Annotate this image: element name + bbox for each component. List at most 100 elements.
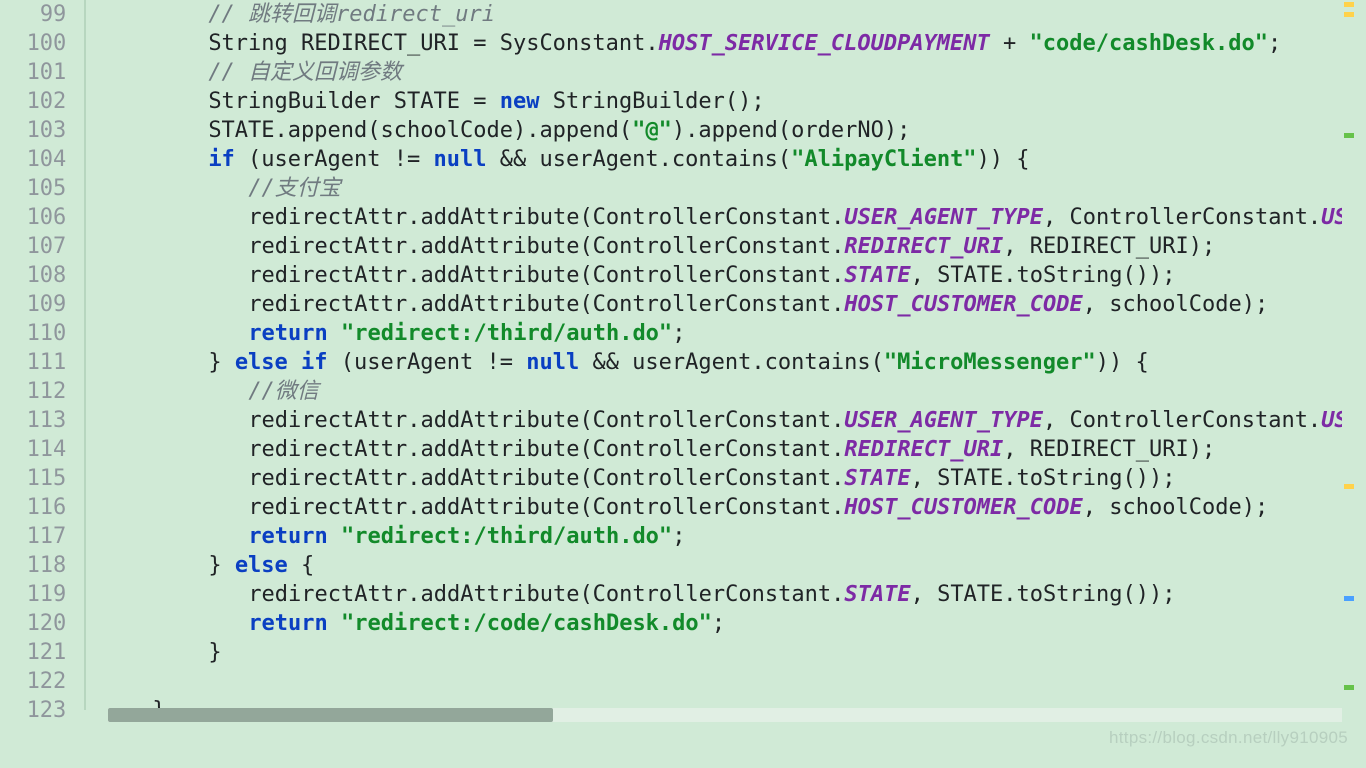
code-token: && userAgent.contains( <box>486 147 791 172</box>
code-line[interactable]: redirectAttr.addAttribute(ControllerCons… <box>88 406 1342 435</box>
code-token <box>328 524 341 549</box>
line-number: 104 <box>0 145 66 174</box>
code-line[interactable]: redirectAttr.addAttribute(ControllerCons… <box>88 580 1342 609</box>
code-token: , STATE.toString()); <box>911 263 1176 288</box>
code-line[interactable]: redirectAttr.addAttribute(ControllerCons… <box>88 435 1342 464</box>
code-line[interactable]: return "redirect:/third/auth.do"; <box>88 319 1342 348</box>
code-token: REDIRECT_URI <box>844 437 1003 462</box>
line-number: 108 <box>0 261 66 290</box>
code-token: STATE <box>844 466 910 491</box>
code-token: redirectAttr.addAttribute(ControllerCons… <box>248 495 844 520</box>
line-number: 114 <box>0 435 66 464</box>
code-token: , REDIRECT_URI); <box>1003 437 1215 462</box>
line-number: 106 <box>0 203 66 232</box>
code-line[interactable]: //微信 <box>88 377 1342 406</box>
code-line[interactable]: redirectAttr.addAttribute(ControllerCons… <box>88 464 1342 493</box>
marker-icon[interactable] <box>1344 2 1354 7</box>
code-line[interactable]: StringBuilder STATE = new StringBuilder(… <box>88 87 1342 116</box>
code-token: && userAgent.contains( <box>579 350 884 375</box>
marker-icon[interactable] <box>1344 685 1354 690</box>
code-line[interactable] <box>88 667 1342 696</box>
code-token: ; <box>1268 31 1281 56</box>
marker-icon[interactable] <box>1344 133 1354 138</box>
code-token: "@" <box>632 118 672 143</box>
code-token: HOST_CUSTOMER_CODE <box>844 292 1082 317</box>
code-token: ; <box>672 524 685 549</box>
code-token: redirectAttr.addAttribute(ControllerCons… <box>248 292 844 317</box>
line-number: 123 <box>0 696 66 725</box>
line-number-gutter: 9910010110210310410510610710810911011111… <box>0 0 86 710</box>
code-token: , schoolCode); <box>1083 495 1268 520</box>
code-token <box>328 321 341 346</box>
code-token: null <box>526 350 579 375</box>
code-token: return <box>248 524 327 549</box>
code-line[interactable]: redirectAttr.addAttribute(ControllerCons… <box>88 493 1342 522</box>
code-token: else <box>235 553 288 578</box>
line-number: 101 <box>0 58 66 87</box>
code-token: STATE <box>844 263 910 288</box>
code-token: { <box>288 553 315 578</box>
code-token: // 跳转回调redirect_uri <box>208 2 495 27</box>
code-line[interactable]: // 自定义回调参数 <box>88 58 1342 87</box>
code-token: ; <box>712 611 725 636</box>
code-token: null <box>434 147 487 172</box>
code-line[interactable]: if (userAgent != null && userAgent.conta… <box>88 145 1342 174</box>
code-line[interactable]: //支付宝 <box>88 174 1342 203</box>
code-token <box>328 611 341 636</box>
code-line[interactable]: redirectAttr.addAttribute(ControllerCons… <box>88 232 1342 261</box>
code-line[interactable]: // 跳转回调redirect_uri <box>88 0 1342 29</box>
code-token: redirectAttr.addAttribute(ControllerCons… <box>248 263 844 288</box>
code-token: USER <box>1321 408 1342 433</box>
code-token: , REDIRECT_URI); <box>1003 234 1215 259</box>
marker-icon[interactable] <box>1344 484 1354 489</box>
code-line[interactable]: } <box>88 638 1342 667</box>
code-token: //微信 <box>248 379 319 404</box>
line-number: 102 <box>0 87 66 116</box>
code-area[interactable]: // 跳转回调redirect_uriString REDIRECT_URI =… <box>86 0 1342 710</box>
line-number: 115 <box>0 464 66 493</box>
code-line[interactable]: return "redirect:/code/cashDesk.do"; <box>88 609 1342 638</box>
line-number: 118 <box>0 551 66 580</box>
code-token: REDIRECT_URI <box>844 234 1003 259</box>
line-number: 109 <box>0 290 66 319</box>
code-token: redirectAttr.addAttribute(ControllerCons… <box>248 408 844 433</box>
horizontal-scrollbar-thumb[interactable] <box>108 708 553 722</box>
line-number: 116 <box>0 493 66 522</box>
code-token: ; <box>672 321 685 346</box>
code-line[interactable]: redirectAttr.addAttribute(ControllerCons… <box>88 261 1342 290</box>
code-token: if <box>208 147 235 172</box>
code-line[interactable]: return "redirect:/third/auth.do"; <box>88 522 1342 551</box>
code-token: // 自定义回调参数 <box>208 60 402 85</box>
code-token: new <box>500 89 540 114</box>
code-token: USER_AGENT_TYPE <box>844 408 1043 433</box>
code-token: )) { <box>977 147 1030 172</box>
code-token: USER <box>1321 205 1342 230</box>
code-token: //支付宝 <box>248 176 341 201</box>
line-number: 113 <box>0 406 66 435</box>
marker-icon[interactable] <box>1344 12 1354 17</box>
code-token: redirectAttr.addAttribute(ControllerCons… <box>248 466 844 491</box>
code-line[interactable]: } else if (userAgent != null && userAgen… <box>88 348 1342 377</box>
code-token: else if <box>235 350 328 375</box>
code-line[interactable]: redirectAttr.addAttribute(ControllerCons… <box>88 203 1342 232</box>
line-number: 119 <box>0 580 66 609</box>
line-number: 112 <box>0 377 66 406</box>
code-token: , STATE.toString()); <box>911 466 1176 491</box>
code-token: ).append(orderNO); <box>672 118 910 143</box>
code-line[interactable]: redirectAttr.addAttribute(ControllerCons… <box>88 290 1342 319</box>
code-token: "code/cashDesk.do" <box>1030 31 1268 56</box>
line-number: 121 <box>0 638 66 667</box>
code-token: redirectAttr.addAttribute(ControllerCons… <box>248 234 844 259</box>
code-line[interactable]: } else { <box>88 551 1342 580</box>
code-token: return <box>248 611 327 636</box>
code-line[interactable]: String REDIRECT_URI = SysConstant.HOST_S… <box>88 29 1342 58</box>
code-line[interactable]: STATE.append(schoolCode).append("@").app… <box>88 116 1342 145</box>
code-token: redirectAttr.addAttribute(ControllerCons… <box>248 205 844 230</box>
marker-icon[interactable] <box>1344 596 1354 601</box>
marker-strip[interactable] <box>1342 0 1354 710</box>
line-number: 117 <box>0 522 66 551</box>
code-token: , STATE.toString()); <box>911 582 1176 607</box>
code-editor[interactable]: 9910010110210310410510610710810911011111… <box>0 0 1354 710</box>
code-token: StringBuilder(); <box>539 89 764 114</box>
horizontal-scrollbar-track[interactable] <box>108 708 1342 722</box>
